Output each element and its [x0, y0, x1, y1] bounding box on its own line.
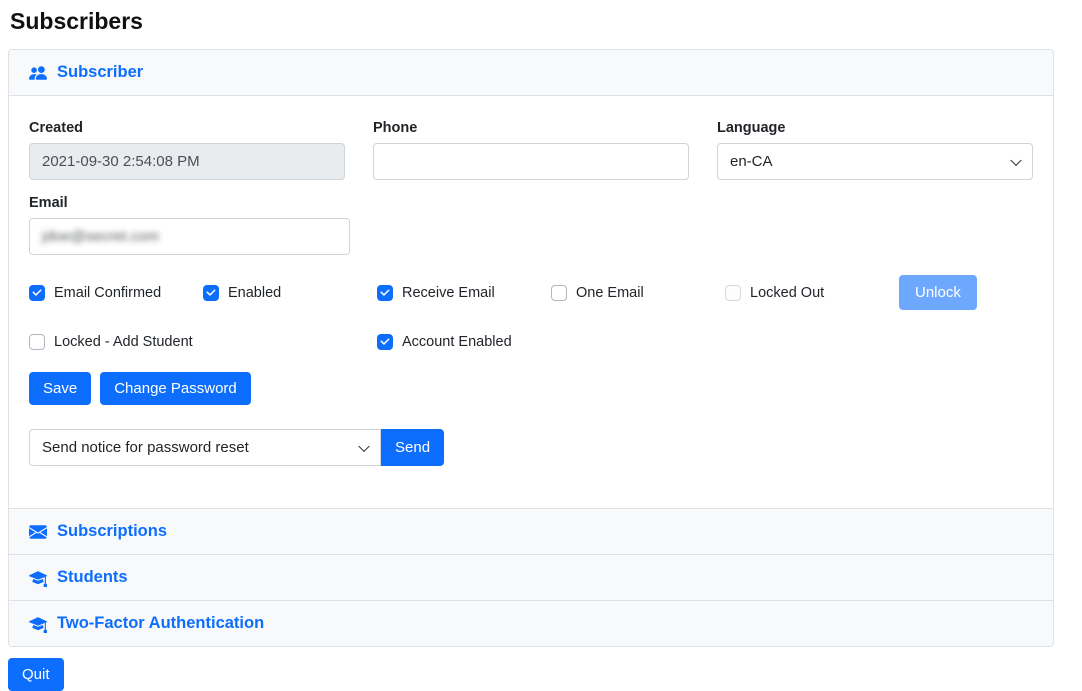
checkbox-label: Email Confirmed — [54, 285, 161, 301]
accordion-header-subscriptions[interactable]: Subscriptions — [9, 508, 1053, 554]
accordion-header-students[interactable]: Students — [9, 554, 1053, 600]
email-value: jdoe@secret.com — [42, 228, 159, 245]
phone-label: Phone — [373, 120, 689, 136]
accordion-header-subscriber[interactable]: Subscriber — [9, 50, 1053, 95]
accordion-header-label: Students — [57, 568, 128, 587]
accordion-header-label: Subscriber — [57, 63, 143, 82]
accordion-header-two-factor[interactable]: Two-Factor Authentication — [9, 600, 1053, 646]
envelope-icon — [29, 523, 47, 541]
checkbox-label: Account Enabled — [402, 334, 512, 350]
checkbox-box[interactable] — [377, 334, 393, 350]
checkbox-box[interactable] — [29, 334, 45, 350]
save-button[interactable]: Save — [29, 372, 91, 405]
checkbox-row-2: Locked - Add Student Account Enabled — [29, 330, 1033, 354]
checkbox-label: Receive Email — [402, 285, 495, 301]
subscriber-panel: Created 2021-09-30 2:54:08 PM Phone Lang… — [9, 95, 1053, 508]
checkbox-receive-email[interactable]: Receive Email — [377, 285, 495, 301]
footer: Quit — [8, 658, 1082, 691]
created-label: Created — [29, 120, 345, 136]
email-label: Email — [29, 195, 350, 211]
checkbox-email-confirmed[interactable]: Email Confirmed — [29, 285, 161, 301]
checkbox-label: Enabled — [228, 285, 281, 301]
checkbox-box[interactable] — [203, 285, 219, 301]
checkbox-locked-out: Locked Out — [725, 285, 824, 301]
checkbox-box[interactable] — [377, 285, 393, 301]
checkbox-locked-add-student[interactable]: Locked - Add Student — [29, 334, 193, 350]
mortarboard-icon — [29, 569, 47, 587]
accordion-header-label: Subscriptions — [57, 522, 167, 541]
checkbox-box[interactable] — [551, 285, 567, 301]
change-password-button[interactable]: Change Password — [100, 372, 251, 405]
phone-field-group: Phone — [373, 120, 689, 180]
checkbox-label: One Email — [576, 285, 644, 301]
language-field-group: Language en-CA — [717, 120, 1033, 180]
send-button[interactable]: Send — [381, 429, 444, 466]
checkbox-enabled[interactable]: Enabled — [203, 285, 281, 301]
action-buttons: Save Change Password — [29, 372, 1033, 405]
checkbox-one-email[interactable]: One Email — [551, 285, 644, 301]
checkbox-label: Locked - Add Student — [54, 334, 193, 350]
checkbox-account-enabled[interactable]: Account Enabled — [377, 334, 512, 350]
people-icon — [29, 64, 47, 82]
email-input[interactable]: jdoe@secret.com — [29, 218, 350, 255]
checkbox-row-1: Email Confirmed Enabled Receive Email On… — [29, 275, 1033, 310]
subscriber-accordion: Subscriber Created 2021-09-30 2:54:08 PM… — [8, 49, 1054, 647]
form-row-top: Created 2021-09-30 2:54:08 PM Phone Lang… — [29, 120, 1033, 180]
language-label: Language — [717, 120, 1033, 136]
checkbox-box — [725, 285, 741, 301]
checkbox-label: Locked Out — [750, 285, 824, 301]
notice-group: Send notice for password reset Send — [29, 429, 1033, 466]
accordion-header-label: Two-Factor Authentication — [57, 614, 264, 633]
phone-input[interactable] — [373, 143, 689, 180]
created-field-group: Created 2021-09-30 2:54:08 PM — [29, 120, 345, 180]
email-field-group: Email jdoe@secret.com — [29, 195, 350, 255]
quit-button[interactable]: Quit — [8, 658, 64, 691]
created-input: 2021-09-30 2:54:08 PM — [29, 143, 345, 180]
unlock-button[interactable]: Unlock — [899, 275, 977, 310]
language-select[interactable]: en-CA — [717, 143, 1033, 180]
checkbox-box[interactable] — [29, 285, 45, 301]
page-title: Subscribers — [10, 8, 1082, 35]
notice-select[interactable]: Send notice for password reset — [29, 429, 381, 466]
